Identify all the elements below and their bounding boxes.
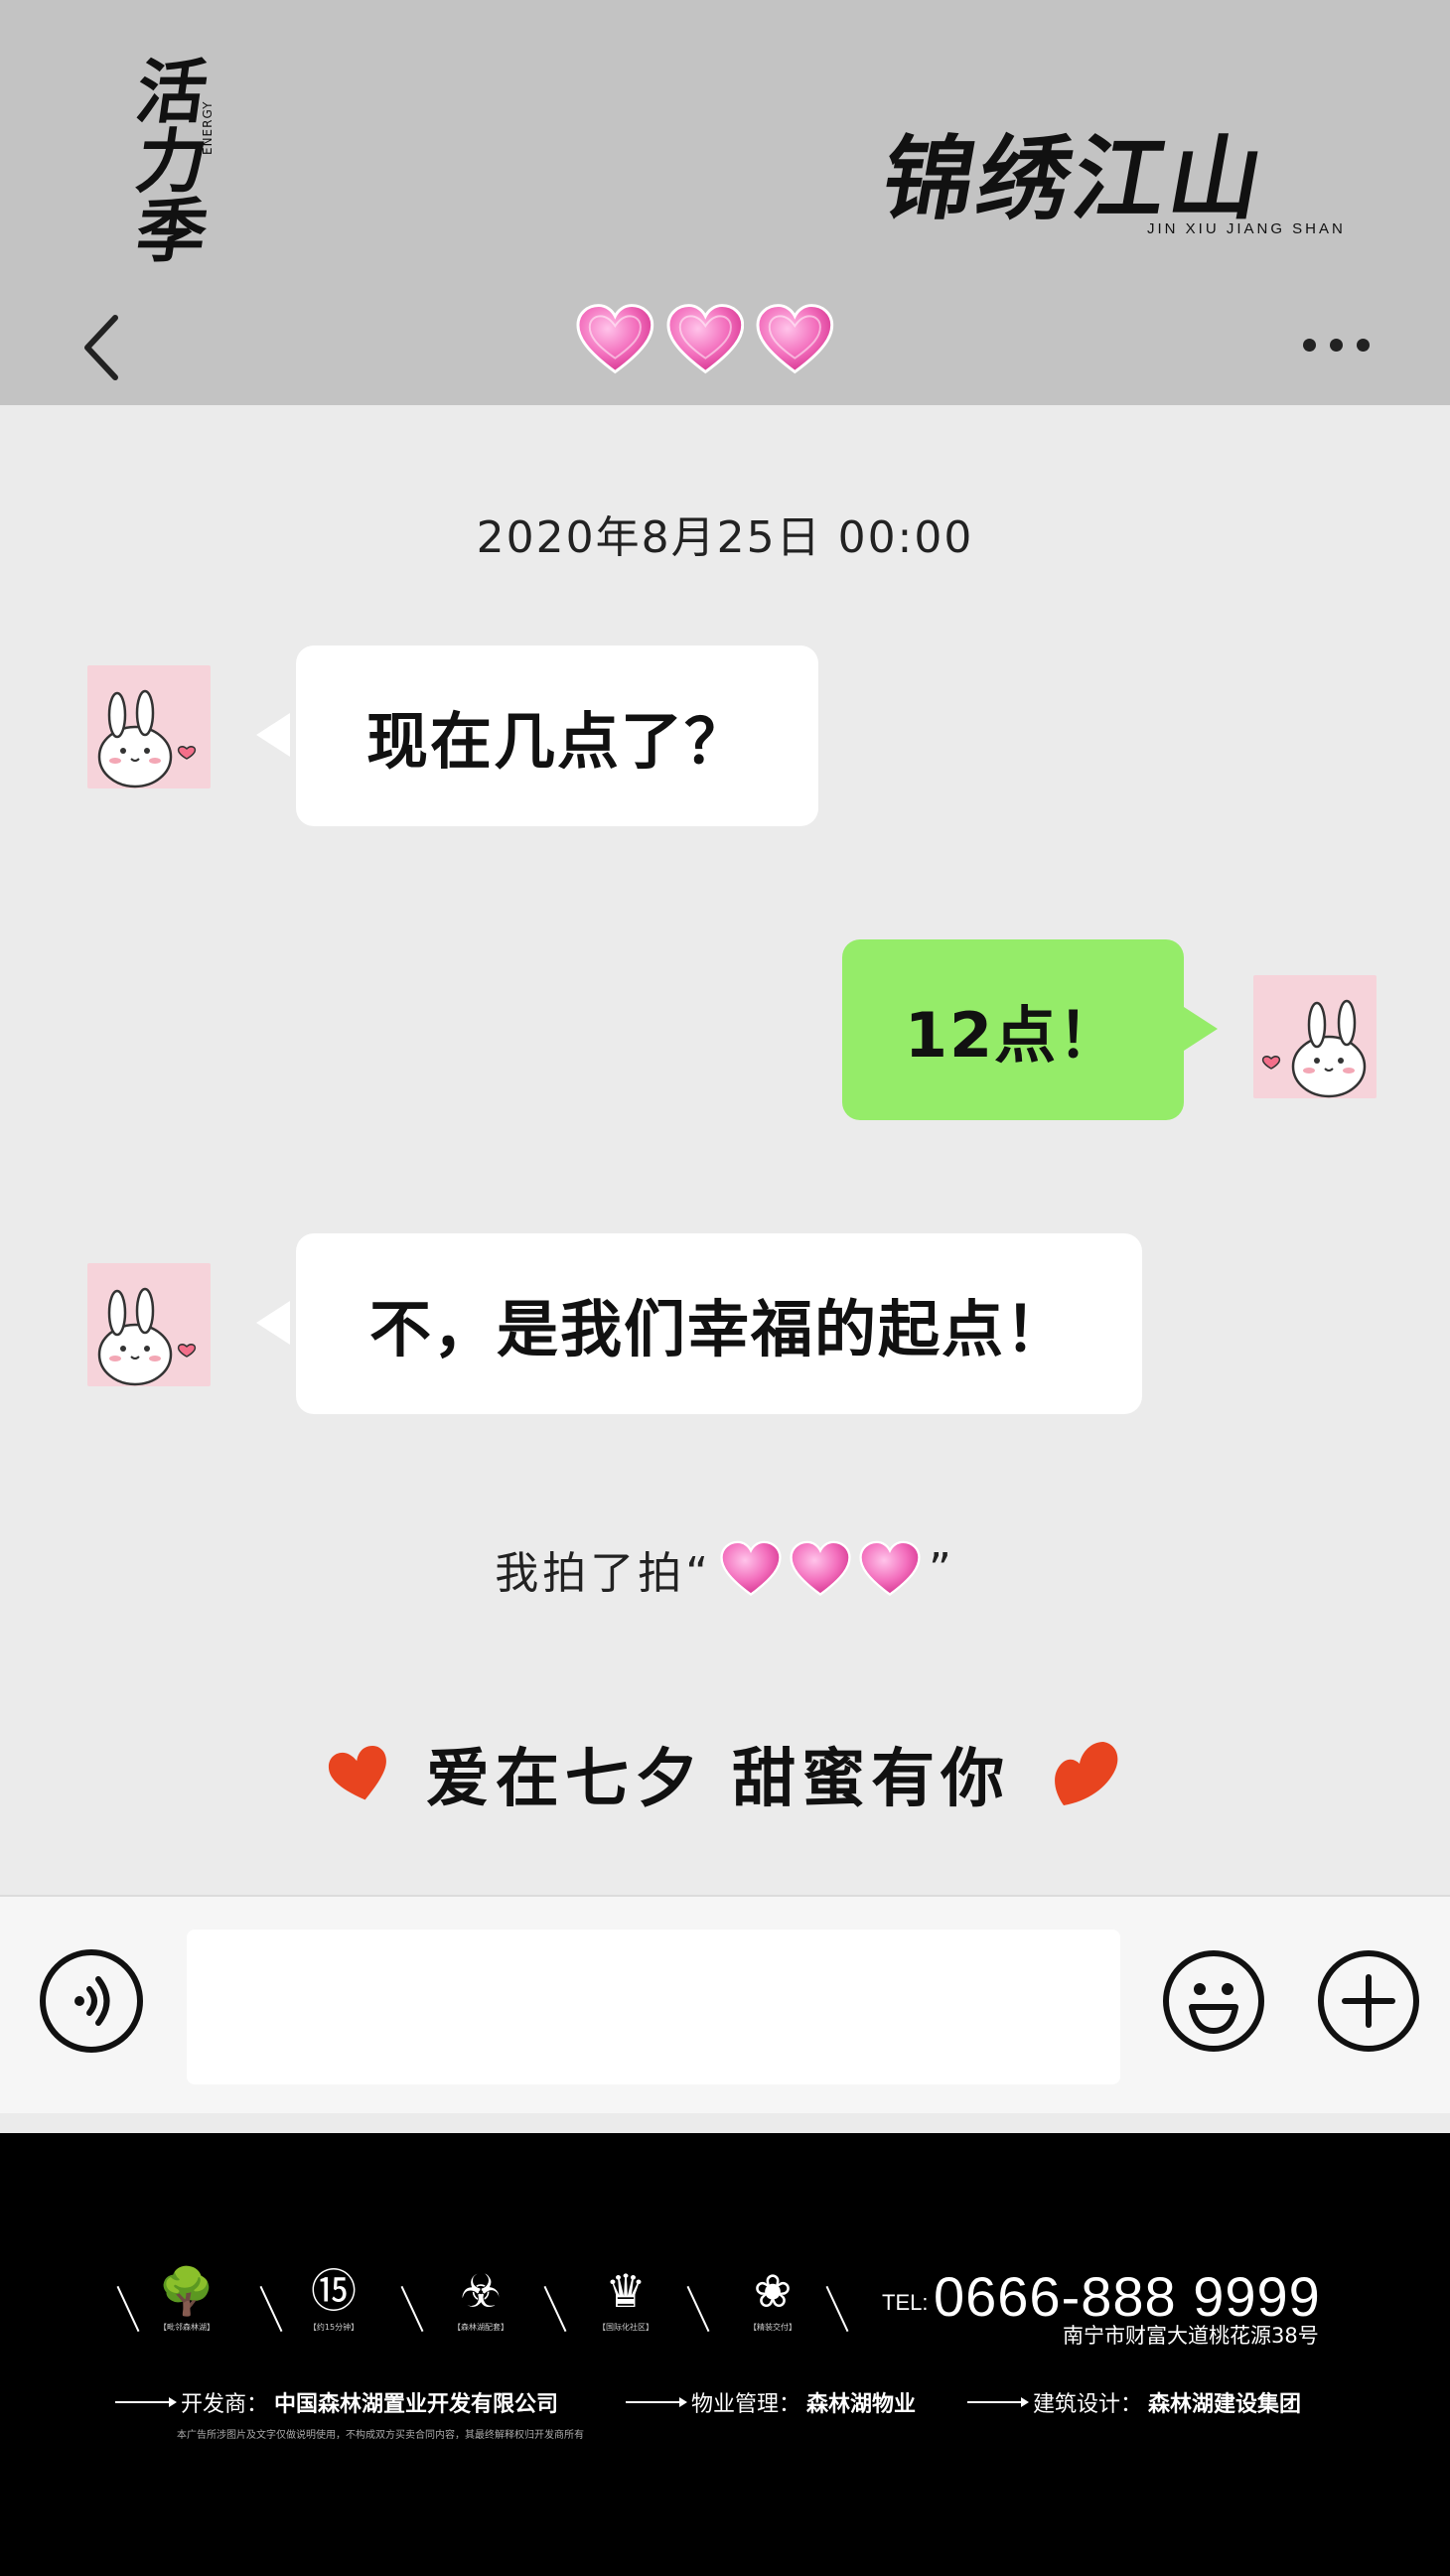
chat-title [576,303,834,382]
message-bubble-received[interactable]: 现在几点了？ [296,645,818,826]
message-text: 12点！ [904,999,1122,1072]
ellipsis-icon [1356,338,1370,352]
add-button[interactable] [1317,1949,1420,2053]
credit-label: 建筑设计： [1033,2392,1143,2417]
contact-avatar[interactable] [87,665,211,788]
pat-suffix: ” [929,1543,955,1595]
message-input[interactable] [187,1930,1120,2084]
feature-badge: ❀ 【精装交付】 [733,2266,812,2333]
my-avatar[interactable] [1253,975,1377,1098]
credit-label: 物业管理： [691,2392,801,2417]
credit-property: 物业管理： 森林湖物业 [626,2386,916,2418]
heart-icon [790,1540,851,1597]
chevron-left-icon [84,315,118,380]
bunny-avatar-icon [97,1287,197,1386]
slogan-text: 爱在七夕 甜蜜有你 [425,1743,1011,1816]
red-heart-icon [1055,1742,1118,1805]
credit-label: 开发商： [181,2392,269,2417]
bunny-avatar-icon [97,689,197,788]
emoji-button[interactable] [1162,1949,1265,2053]
slogan-row: 爱在七夕 甜蜜有你 [0,1728,1450,1819]
contact-avatar[interactable] [87,1263,211,1386]
credit-value: 中国森林湖置业开发有限公司 [274,2392,559,2417]
bubble-tail [256,1301,290,1345]
credit-developer: 开发商： 中国森林湖置业开发有限公司 [115,2386,558,2418]
bunny-avatar-icon [1261,999,1367,1098]
voice-icon [74,1976,110,2026]
pat-prefix: 我拍了拍“ [495,1548,712,1599]
brand-energy-text: ENERGY [201,100,215,155]
feature-caption: 【毗邻森林湖】 [159,2323,215,2332]
fifteen-icon: ⑮ [311,2264,357,2318]
feature-caption: 【国际化社区】 [598,2323,653,2332]
heart-icon [756,304,834,374]
credit-value: 森林湖建设集团 [1148,2392,1302,2417]
arrow-icon [626,2397,687,2407]
feature-badge: 🌳 【毗邻森林湖】 [147,2266,226,2333]
disclaimer: 本广告所涉图片及文字仅做说明使用，不构成双方买卖合同内容，其最终解释权归开发商所… [177,2430,584,2441]
feature-caption: 【森林湖配套】 [453,2323,508,2332]
ellipsis-icon [1329,338,1343,352]
smiley-icon [1163,1950,1264,2052]
credit-value: 森林湖物业 [806,2392,917,2417]
crown-icon: ♛ [605,2264,647,2318]
bubble-tail [1184,1007,1218,1051]
more-options-button[interactable] [1291,328,1380,361]
tree-icon: 🌳 [158,2264,216,2318]
pat-notice: 我拍了拍“ ” [0,1537,1450,1601]
feature-caption: 【精装交付】 [749,2323,797,2332]
feature-badge: ☣ 【森林湖配套】 [441,2266,520,2333]
chat-timestamp: 2020年8月25日 00:00 [476,512,974,563]
brand-title: 锦绣江山 [874,125,1275,232]
message-bubble-received[interactable]: 不，是我们幸福的起点！ [296,1233,1142,1414]
heart-icon [576,304,654,374]
ring-emblem-icon: ☣ [460,2264,502,2318]
back-button[interactable] [72,308,131,387]
feature-caption: 【约15分钟】 [308,2323,360,2332]
red-heart-icon [328,1746,386,1800]
heart-icon [859,1540,921,1597]
arrow-icon [115,2397,177,2407]
message-text: 现在几点了？ [365,705,748,778]
brand-char: 季 [131,190,213,272]
heart-icon [666,304,744,374]
message-bubble-sent[interactable]: 12点！ [842,939,1184,1120]
brand-logo-left: 活 力 季 ENERGY [109,51,238,272]
feature-badge: ⑮ 【约15分钟】 [294,2266,373,2333]
plus-icon [1318,1950,1419,2052]
ellipsis-icon [1302,338,1316,352]
brand-pinyin: JIN XIU JIANG SHAN [1147,220,1346,237]
advert-footer [0,2133,1450,2576]
tel-label: TEL: [882,2290,929,2315]
voice-button[interactable] [40,1949,143,2053]
arrow-icon [967,2397,1029,2407]
bubble-tail [256,713,290,757]
heart-icon [720,1540,782,1597]
flower-icon: ❀ [753,2264,793,2318]
feature-badge: ♛ 【国际化社区】 [586,2266,665,2333]
address: 南宁市财富大道桃花源38号 [1063,2324,1319,2348]
credit-architecture: 建筑设计： 森林湖建设集团 [967,2386,1301,2418]
message-text: 不，是我们幸福的起点！ [368,1293,1069,1365]
brand-logo-right: 锦绣江山 JIN XIU JIANG SHAN [874,125,1390,248]
